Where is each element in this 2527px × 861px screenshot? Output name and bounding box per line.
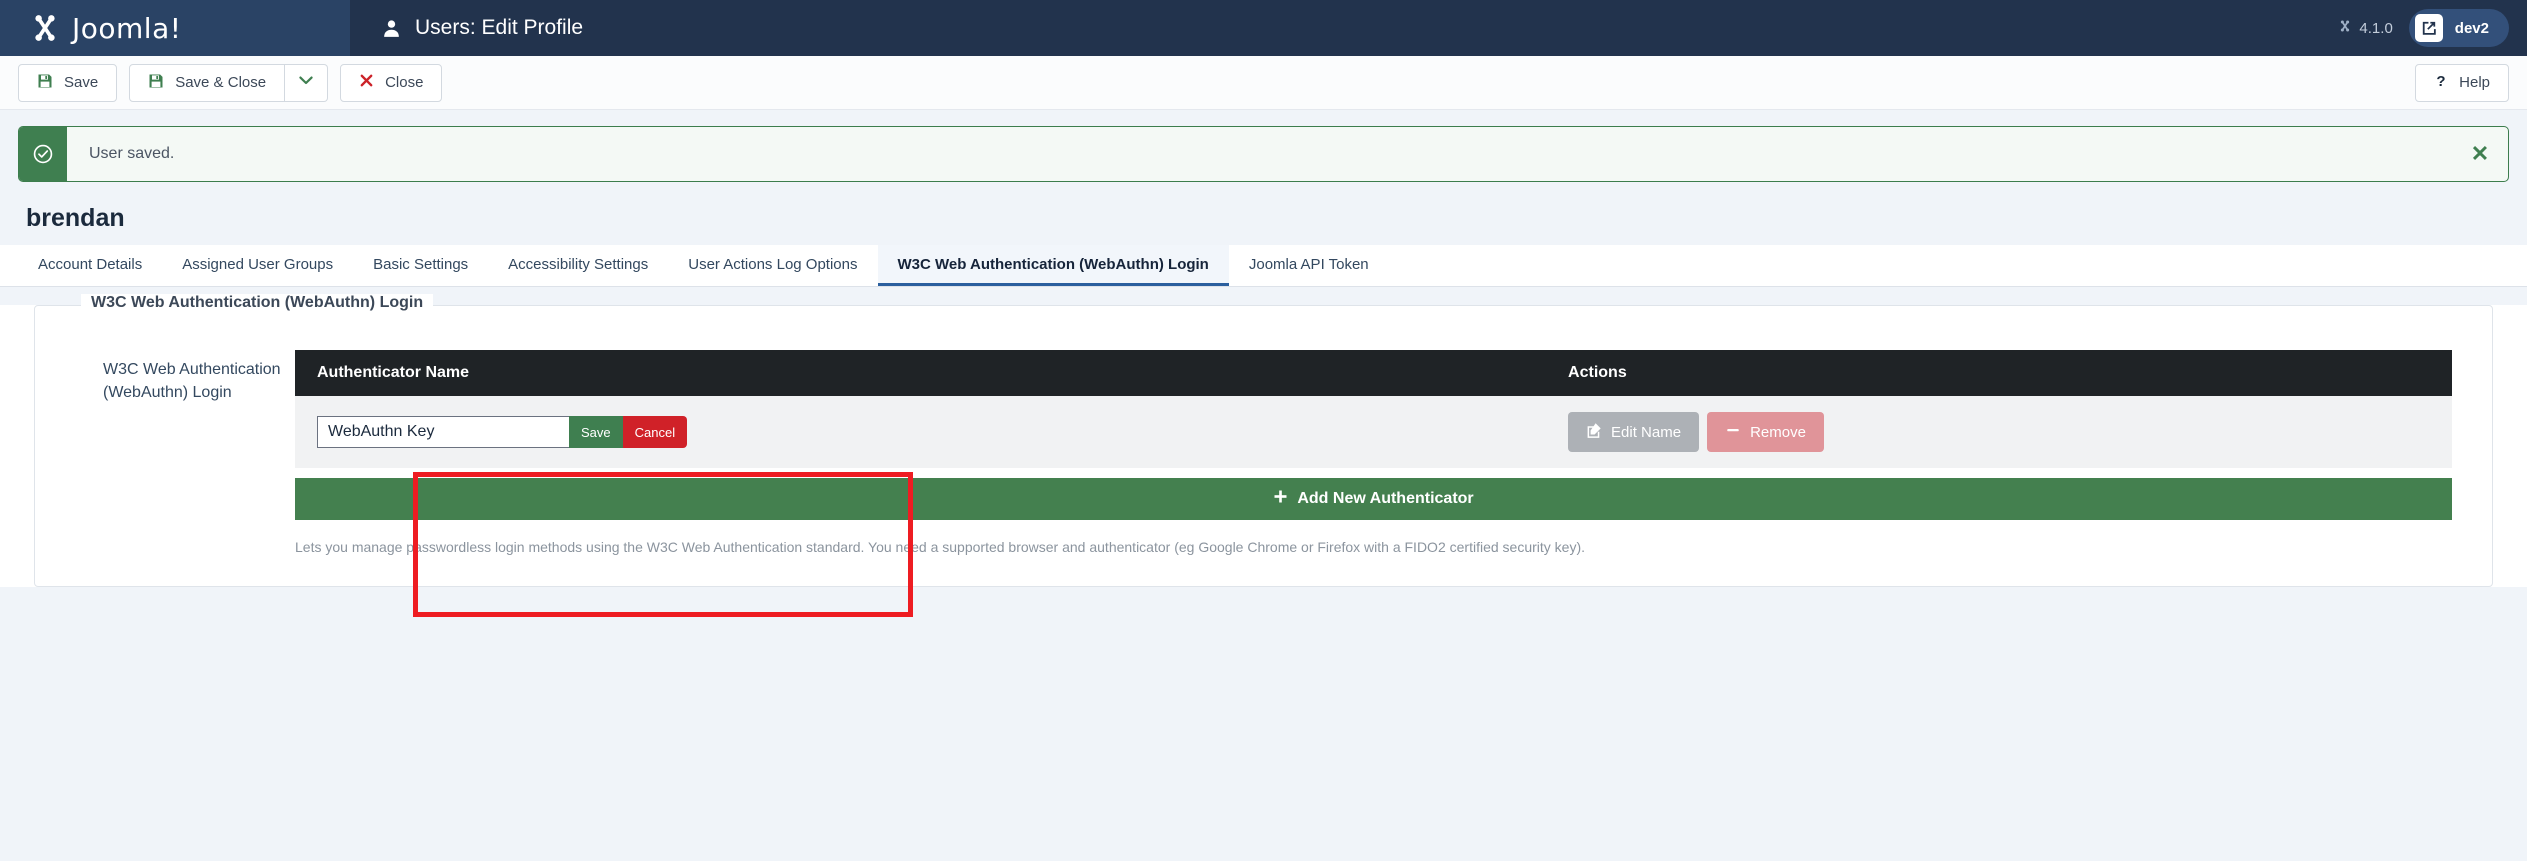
panel-body: W3C Web Authentication (WebAuthn) Login … <box>35 306 2492 558</box>
webauthn-field-control: Authenticator Name Actions Save Cancel <box>295 350 2492 558</box>
save-and-close-button[interactable]: Save & Close <box>129 63 286 102</box>
top-header-bar: Joomla! Users: Edit Profile 4.1.0 dev2 <box>0 0 2527 56</box>
page-heading-zone: Users: Edit Profile <box>350 0 2527 56</box>
cell-actions: Edit Name Remove <box>1546 396 2452 468</box>
authenticators-table: Authenticator Name Actions Save Cancel <box>295 350 2452 468</box>
brand-zone: Joomla! <box>0 0 350 56</box>
header-right-zone: 4.1.0 dev2 <box>2338 0 2509 56</box>
admin-toolbar: Save Save & Close Close ? Help <box>0 56 2527 110</box>
panel-legend: W3C Web Authentication (WebAuthn) Login <box>81 294 434 312</box>
help-button-label: Help <box>2459 74 2490 91</box>
edit-name-button[interactable]: Edit Name <box>1568 412 1700 452</box>
tab-webauthn-login[interactable]: W3C Web Authentication (WebAuthn) Login <box>877 245 1229 286</box>
edit-name-button-label: Edit Name <box>1611 423 1682 441</box>
profile-tabs: Account Details Assigned User Groups Bas… <box>0 245 2527 287</box>
save-button-label: Save <box>64 74 99 91</box>
add-new-authenticator-label: Add New Authenticator <box>1297 490 1474 507</box>
remove-button[interactable]: Remove <box>1707 412 1824 452</box>
site-preview-button[interactable]: dev2 <box>2408 9 2509 47</box>
x-mark-icon <box>359 73 374 92</box>
tab-basic-settings[interactable]: Basic Settings <box>353 245 488 286</box>
tab-joomla-api-token[interactable]: Joomla API Token <box>1229 245 1389 286</box>
alert-message: User saved. <box>89 145 175 162</box>
floppy-disk-icon <box>37 73 53 93</box>
question-mark-icon: ? <box>2434 73 2448 93</box>
user-icon <box>382 19 401 38</box>
chevron-down-icon <box>298 74 314 91</box>
site-name-label: dev2 <box>2454 19 2489 37</box>
alert-close-button[interactable]: ✕ <box>2452 127 2508 181</box>
authenticator-name-input[interactable] <box>317 416 569 448</box>
column-header-authenticator-name: Authenticator Name <box>295 350 1547 396</box>
external-link-icon <box>2414 14 2443 42</box>
webauthn-field-label: W3C Web Authentication (WebAuthn) Login <box>103 361 281 402</box>
inline-name-editor: Save Cancel <box>317 416 1524 448</box>
tab-assigned-user-groups[interactable]: Assigned User Groups <box>162 245 353 286</box>
webauthn-help-text: Lets you manage passwordless login metho… <box>295 539 1585 555</box>
joomla-mark-icon <box>2338 19 2352 37</box>
joomla-logo-icon <box>28 11 62 45</box>
version-indicator: 4.1.0 <box>2338 19 2393 37</box>
floppy-disk-icon <box>148 73 164 93</box>
add-new-authenticator-button[interactable]: Add New Authenticator <box>295 478 2452 520</box>
remove-button-label: Remove <box>1750 423 1806 441</box>
column-header-actions: Actions <box>1546 350 2452 396</box>
plus-icon <box>1273 489 1288 509</box>
version-number: 4.1.0 <box>2359 19 2393 37</box>
table-row: Save Cancel <box>295 396 2452 468</box>
close-button-label: Close <box>385 74 424 91</box>
save-and-close-button-label: Save & Close <box>175 74 267 91</box>
alert-region: User saved. ✕ <box>0 110 2527 182</box>
close-button-group: Close <box>340 63 443 102</box>
main-content: W3C Web Authentication (WebAuthn) Login … <box>0 294 2527 587</box>
save-button-group: Save <box>18 63 118 102</box>
webauthn-panel: W3C Web Authentication (WebAuthn) Login … <box>34 294 2493 587</box>
table-body: Save Cancel <box>295 396 2452 468</box>
check-circle-icon <box>19 127 67 181</box>
close-button[interactable]: Close <box>340 63 443 102</box>
table-header-row: Authenticator Name Actions <box>295 350 2452 396</box>
table-head: Authenticator Name Actions <box>295 350 2452 396</box>
svg-text:?: ? <box>2437 73 2446 89</box>
save-button[interactable]: Save <box>18 63 118 102</box>
inline-save-button[interactable]: Save <box>569 416 623 448</box>
joomla-wordmark: Joomla! <box>72 11 182 45</box>
success-alert: User saved. ✕ <box>18 126 2509 182</box>
cell-authenticator-name: Save Cancel <box>295 396 1547 468</box>
joomla-logo-link[interactable]: Joomla! <box>28 11 181 45</box>
page-title: brendan <box>26 204 125 232</box>
tab-account-details[interactable]: Account Details <box>18 245 162 286</box>
save-options-dropdown-toggle[interactable] <box>285 63 329 102</box>
minus-icon <box>1725 422 1741 442</box>
page-heading-text: Users: Edit Profile <box>415 16 584 39</box>
tab-user-actions-log-options[interactable]: User Actions Log Options <box>668 245 877 286</box>
inline-cancel-button[interactable]: Cancel <box>622 416 688 448</box>
pencil-square-icon <box>1586 422 1602 442</box>
help-button[interactable]: ? Help <box>2415 63 2509 102</box>
save-close-button-group: Save & Close <box>129 63 329 102</box>
tab-accessibility-settings[interactable]: Accessibility Settings <box>488 245 668 286</box>
row-action-buttons: Edit Name Remove <box>1568 412 2430 452</box>
